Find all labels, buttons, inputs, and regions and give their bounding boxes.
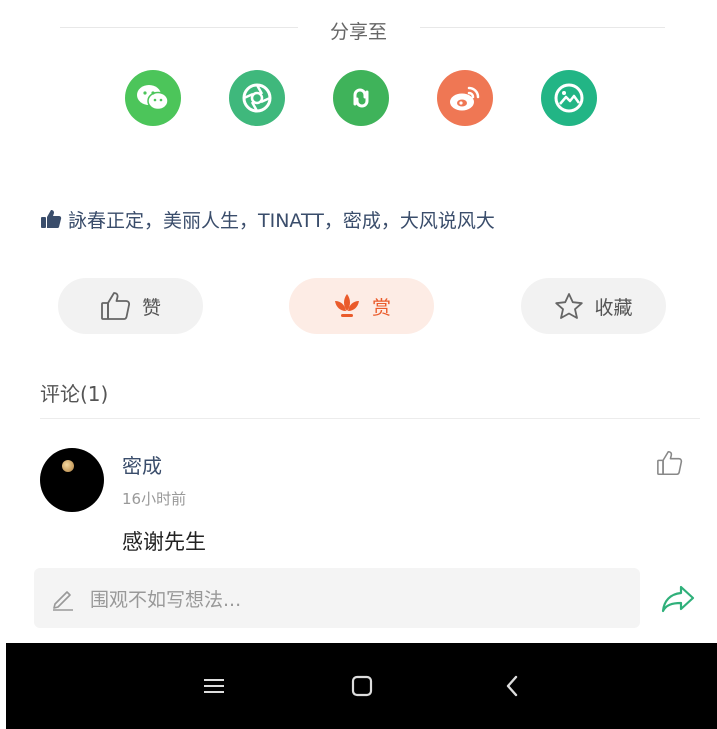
home-button[interactable] [347, 671, 377, 701]
divider-right [420, 27, 665, 28]
comment-like-button[interactable] [656, 450, 684, 480]
weibo-share-button[interactable] [437, 70, 493, 126]
wechat-share-button[interactable] [125, 70, 181, 126]
album-icon [554, 83, 584, 113]
thumb-up-icon [41, 210, 62, 228]
system-navbar [6, 643, 717, 729]
favorite-label: 收藏 [594, 296, 633, 319]
weibo-icon [450, 86, 480, 111]
thumb-up-outline-icon [101, 292, 131, 320]
thumb-up-outline-icon [657, 450, 683, 476]
home-icon [351, 675, 373, 697]
menu-button[interactable] [199, 671, 229, 701]
comments-title: 评论(1) [40, 382, 109, 406]
menu-icon [204, 679, 224, 693]
link-icon [353, 88, 369, 108]
moments-icon [242, 83, 272, 113]
action-bar: 赞 赏 收藏 [0, 278, 717, 334]
link-share-button[interactable] [333, 70, 389, 126]
moon-image [62, 460, 74, 472]
like-button[interactable]: 赞 [58, 278, 203, 334]
reward-label: 赏 [371, 296, 391, 319]
album-share-button[interactable] [541, 70, 597, 126]
comment-input-placeholder: 围观不如写想法... [90, 588, 242, 611]
share-icons [0, 70, 717, 126]
comment-time: 16小时前 [122, 490, 187, 508]
lotus-icon [334, 294, 359, 317]
comment-input-bar: 围观不如写想法... [0, 552, 717, 642]
share-button[interactable] [660, 584, 696, 618]
share-header: 分享至 [0, 14, 717, 43]
likes-row: 詠春正定，美丽人生，TINATT，密成，大风说风大 [40, 205, 680, 233]
wechat-icon [137, 85, 169, 111]
likes-text: 詠春正定，美丽人生，TINATT，密成，大风说风大 [68, 209, 495, 232]
moments-share-button[interactable] [229, 70, 285, 126]
comment-input[interactable]: 围观不如写想法... [34, 568, 640, 628]
share-title: 分享至 [329, 21, 387, 43]
avatar[interactable] [40, 448, 104, 512]
back-button[interactable] [497, 671, 527, 701]
comment-username[interactable]: 密成 [122, 450, 162, 479]
share-arrow-icon [661, 585, 695, 613]
favorite-button[interactable]: 收藏 [521, 278, 666, 334]
star-outline-icon [555, 293, 584, 319]
comments-divider [40, 418, 700, 419]
reward-button[interactable]: 赏 [289, 278, 434, 334]
pencil-icon [53, 591, 73, 611]
back-icon [506, 675, 518, 697]
like-label: 赞 [141, 296, 161, 319]
comment-item: 密成 16小时前 感谢先生 [40, 440, 700, 560]
